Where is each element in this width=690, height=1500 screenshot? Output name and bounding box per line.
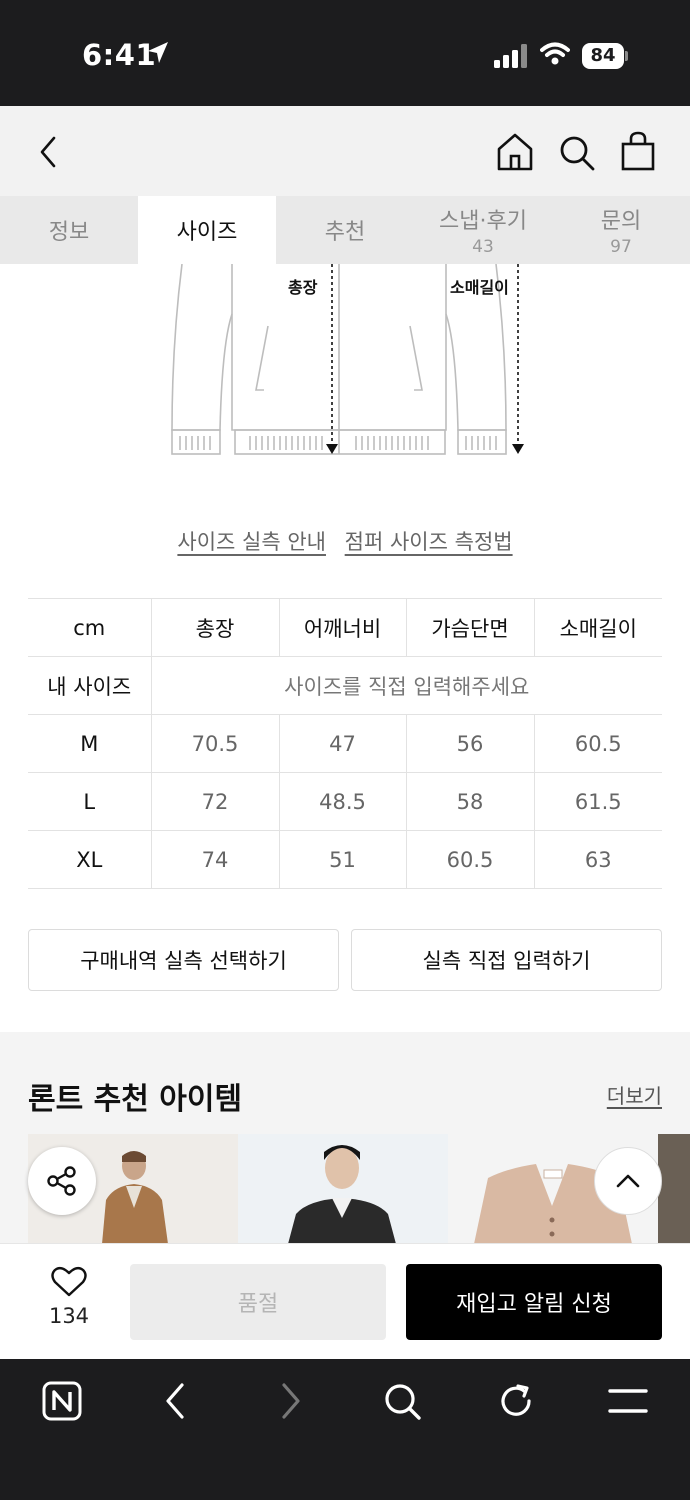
back-icon[interactable] <box>36 134 60 170</box>
like-button[interactable]: 134 <box>36 1266 102 1328</box>
tab-snap-review[interactable]: 스냅·후기 43 <box>414 196 552 264</box>
cellular-signal-icon <box>494 44 527 68</box>
column-header: 소매길이 <box>533 598 662 657</box>
length-label: 총장 <box>288 278 318 297</box>
battery-nub <box>625 51 628 61</box>
tab-count: 43 <box>472 237 494 257</box>
size-value: 74 <box>150 830 279 889</box>
actual-size-guide-link[interactable]: 사이즈 실측 안내 <box>177 530 326 554</box>
size-label: L <box>28 772 151 831</box>
heart-icon <box>51 1266 87 1297</box>
recommend-section: 론트 추천 아이템 더보기 <box>0 1032 690 1244</box>
tab-recommend[interactable]: 추천 <box>276 196 414 264</box>
menu-icon[interactable] <box>608 1387 648 1415</box>
size-value: 56 <box>405 714 534 773</box>
recommend-title: 론트 추천 아이템 <box>28 1082 243 1117</box>
status-bar: 6:41 84 <box>0 0 690 106</box>
refresh-icon[interactable] <box>496 1381 536 1421</box>
recommend-item[interactable] <box>238 1134 448 1244</box>
size-value: 61.5 <box>533 772 662 831</box>
direct-input-measurement-button[interactable]: 실측 직접 입력하기 <box>351 929 662 991</box>
size-value: 51 <box>278 830 406 889</box>
restock-alert-button[interactable]: 재입고 알림 신청 <box>406 1264 662 1340</box>
tab-label: 사이즈 <box>176 220 238 245</box>
column-header: 총장 <box>150 598 279 657</box>
tab-label: 정보 <box>48 220 90 245</box>
purchase-bar: 134 품절 재입고 알림 신청 <box>0 1243 690 1359</box>
naver-home-icon[interactable] <box>42 1381 82 1421</box>
battery-indicator: 84 <box>582 43 628 69</box>
more-link[interactable]: 더보기 <box>607 1080 662 1109</box>
browser-toolbar <box>0 1359 690 1500</box>
table-row: L 72 48.5 58 61.5 <box>28 772 662 831</box>
my-size-label: 내 사이즈 <box>28 656 151 715</box>
size-label: M <box>28 714 151 773</box>
app-header <box>0 106 690 196</box>
wifi-icon <box>540 42 570 65</box>
browser-search-icon[interactable] <box>382 1381 422 1421</box>
column-header: 가슴단면 <box>405 598 534 657</box>
home-icon[interactable] <box>496 132 534 172</box>
product-image <box>238 1134 448 1244</box>
measure-method-link[interactable]: 점퍼 사이즈 측정법 <box>345 530 513 554</box>
size-value: 70.5 <box>150 714 279 773</box>
tab-info[interactable]: 정보 <box>0 196 138 264</box>
tab-size[interactable]: 사이즈 <box>138 196 276 264</box>
tab-label: 문의 <box>600 209 642 234</box>
tab-bar: 정보 사이즈 추천 스냅·후기 43 문의 97 <box>0 196 690 264</box>
table-header-row: cm 총장 어깨너비 가슴단면 소매길이 <box>28 598 662 657</box>
table-row: XL 74 51 60.5 63 <box>28 830 662 889</box>
column-header: 어깨너비 <box>278 598 406 657</box>
size-value: 58 <box>405 772 534 831</box>
my-size-input-hint[interactable]: 사이즈를 직접 입력해주세요 <box>150 656 662 715</box>
size-label: XL <box>28 830 151 889</box>
battery-level: 84 <box>582 43 624 69</box>
unit-cell: cm <box>28 598 151 657</box>
size-value: 47 <box>278 714 406 773</box>
browser-forward-icon[interactable] <box>278 1381 304 1421</box>
browser-back-icon[interactable] <box>162 1381 188 1421</box>
table-row: M 70.5 47 56 60.5 <box>28 714 662 773</box>
location-arrow-icon <box>148 42 168 63</box>
tab-count: 97 <box>610 237 632 257</box>
scroll-top-button[interactable] <box>594 1147 662 1215</box>
share-button[interactable] <box>28 1147 96 1215</box>
size-guide-links: 사이즈 실측 안내 점퍼 사이즈 측정법 <box>0 526 690 556</box>
soldout-button: 품절 <box>130 1264 386 1340</box>
shopping-bag-icon[interactable] <box>620 130 656 172</box>
size-value: 63 <box>533 830 662 889</box>
size-value: 60.5 <box>533 714 662 773</box>
select-purchase-measurement-button[interactable]: 구매내역 실측 선택하기 <box>28 929 339 991</box>
like-count: 134 <box>48 1304 90 1328</box>
size-value: 48.5 <box>278 772 406 831</box>
tab-label: 추천 <box>324 220 366 245</box>
size-value: 72 <box>150 772 279 831</box>
size-illustration: 총장 소매길이 <box>160 263 540 464</box>
tab-label: 스냅·후기 <box>439 209 527 234</box>
search-icon[interactable] <box>558 134 596 172</box>
share-icon <box>47 1166 76 1196</box>
my-size-row: 내 사이즈 사이즈를 직접 입력해주세요 <box>28 656 662 715</box>
chevron-up-icon <box>616 1174 640 1188</box>
size-value: 60.5 <box>405 830 534 889</box>
tab-inquiry[interactable]: 문의 97 <box>552 196 690 264</box>
recommend-item[interactable] <box>658 1134 690 1244</box>
sleeve-length-label: 소매길이 <box>450 278 509 297</box>
size-table: cm 총장 어깨너비 가슴단면 소매길이 내 사이즈 사이즈를 직접 입력해주세… <box>28 598 662 889</box>
